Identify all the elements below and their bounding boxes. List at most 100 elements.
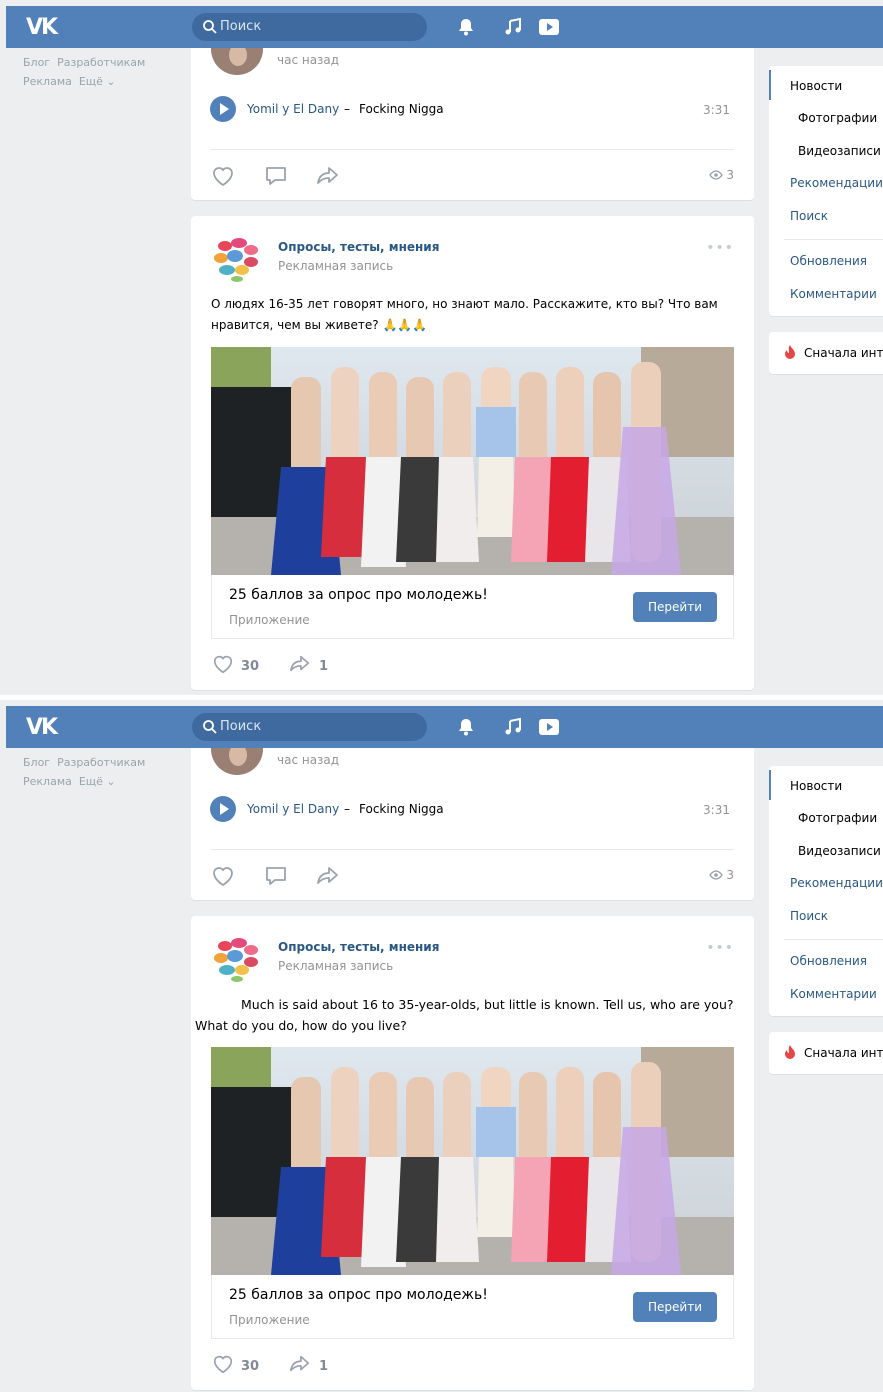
post-divider bbox=[211, 149, 734, 150]
share-button[interactable]: 1 bbox=[287, 1353, 328, 1375]
link-developers[interactable]: Разработчикам bbox=[57, 756, 145, 769]
card-title[interactable]: 25 баллов за опрос про молодежь! bbox=[229, 1287, 488, 1303]
link-more[interactable]: Ещё ⌄ bbox=[79, 775, 116, 788]
vk-logo[interactable]: VK bbox=[26, 15, 58, 40]
group-name[interactable]: Опросы, тесты, мнения bbox=[278, 940, 439, 954]
link-more[interactable]: Ещё ⌄ bbox=[79, 75, 116, 88]
more-options-icon[interactable]: ••• bbox=[706, 240, 734, 256]
share-count: 1 bbox=[319, 659, 329, 674]
go-button[interactable]: Перейти bbox=[633, 1292, 717, 1322]
active-indicator bbox=[769, 770, 771, 800]
post-time[interactable]: час назад bbox=[277, 753, 339, 767]
share-count: 1 bbox=[319, 1359, 329, 1374]
search-placeholder: Поиск bbox=[220, 719, 262, 734]
play-button[interactable] bbox=[210, 796, 236, 822]
menu-videos[interactable]: Видеозаписи bbox=[798, 844, 881, 858]
music-post: час назад Yomil y El Dany – Focking Nigg… bbox=[191, 748, 754, 900]
screenshot-translated: VK Поиск Блог Разработчикам Реклама Ещё ⌄ … bbox=[0, 700, 883, 1392]
link-blog[interactable]: Блог bbox=[23, 756, 50, 769]
menu-recommendations[interactable]: Рекомендации bbox=[790, 176, 883, 190]
post-divider bbox=[211, 849, 734, 850]
menu-updates[interactable]: Обновления bbox=[790, 254, 867, 268]
views-count: 3 bbox=[709, 168, 734, 182]
fire-icon bbox=[785, 345, 795, 359]
comment-icon[interactable] bbox=[263, 163, 289, 189]
like-icon[interactable] bbox=[210, 863, 236, 889]
views-value: 3 bbox=[726, 168, 734, 182]
menu-comments[interactable]: Комментарии bbox=[790, 987, 877, 1001]
link-developers[interactable]: Разработчикам bbox=[57, 56, 145, 69]
post-text-translated: Much is said about 16 to 35-year-olds, b… bbox=[195, 997, 734, 1033]
go-button[interactable]: Перейти bbox=[633, 592, 717, 622]
menu-photos[interactable]: Фотографии bbox=[798, 111, 877, 125]
play-button[interactable] bbox=[210, 96, 236, 122]
post-time[interactable]: час назад bbox=[277, 53, 339, 67]
menu-videos[interactable]: Видеозаписи bbox=[798, 144, 881, 158]
group-avatar[interactable] bbox=[211, 932, 263, 984]
comment-icon[interactable] bbox=[263, 863, 289, 889]
track-title: Focking Nigga bbox=[359, 102, 444, 116]
menu-search[interactable]: Поиск bbox=[790, 909, 828, 923]
sort-box[interactable]: Сначала интересные bbox=[769, 332, 883, 374]
like-icon bbox=[213, 655, 233, 674]
video-icon[interactable] bbox=[537, 17, 561, 37]
views-value: 3 bbox=[726, 868, 734, 882]
news-menu: Новости Фотографии Видеозаписи Рекоменда… bbox=[769, 66, 883, 316]
sort-label[interactable]: Сначала интересные bbox=[804, 346, 883, 360]
like-button[interactable]: 30 bbox=[211, 653, 259, 675]
bell-icon[interactable] bbox=[456, 717, 476, 737]
track-separator: – bbox=[344, 802, 350, 816]
track-duration: 3:31 bbox=[703, 803, 730, 817]
track-artist[interactable]: Yomil y El Dany bbox=[247, 802, 339, 816]
card-subtitle: Приложение bbox=[229, 1313, 310, 1327]
search-input[interactable]: Поиск bbox=[192, 13, 427, 41]
share-icon[interactable] bbox=[315, 163, 341, 189]
group-name[interactable]: Опросы, тесты, мнения bbox=[278, 240, 439, 254]
menu-photos[interactable]: Фотографии bbox=[798, 811, 877, 825]
menu-news[interactable]: Новости bbox=[790, 79, 842, 93]
bell-icon[interactable] bbox=[456, 17, 476, 37]
group-avatar[interactable] bbox=[211, 232, 263, 284]
video-icon[interactable] bbox=[537, 717, 561, 737]
music-icon[interactable] bbox=[503, 717, 523, 737]
search-input[interactable]: Поиск bbox=[192, 713, 427, 741]
ad-post: Опросы, тесты, мнения Рекламная запись •… bbox=[191, 216, 754, 690]
author-avatar[interactable] bbox=[211, 48, 263, 75]
music-icon[interactable] bbox=[503, 17, 523, 37]
share-icon[interactable] bbox=[315, 863, 341, 889]
sort-box[interactable]: Сначала интересные bbox=[769, 1032, 883, 1074]
menu-divider bbox=[784, 939, 883, 940]
vk-logo[interactable]: VK bbox=[26, 715, 58, 740]
like-button[interactable]: 30 bbox=[211, 1353, 259, 1375]
menu-recommendations[interactable]: Рекомендации bbox=[790, 876, 883, 890]
track-duration: 3:31 bbox=[703, 103, 730, 117]
ad-photo[interactable] bbox=[211, 1047, 734, 1275]
footer-links: Блог Разработчикам Реклама Ещё ⌄ bbox=[23, 53, 193, 91]
active-indicator bbox=[769, 70, 771, 100]
share-icon bbox=[290, 1355, 310, 1372]
top-header: VK Поиск bbox=[6, 6, 883, 48]
track-artist[interactable]: Yomil y El Dany bbox=[247, 102, 339, 116]
more-options-icon[interactable]: ••• bbox=[706, 940, 734, 956]
ad-photo[interactable] bbox=[211, 347, 734, 575]
app-card[interactable]: 25 баллов за опрос про молодежь! Приложе… bbox=[211, 575, 734, 639]
author-avatar[interactable] bbox=[211, 748, 263, 775]
ad-post: Опросы, тесты, мнения Рекламная запись •… bbox=[191, 916, 754, 1390]
card-title[interactable]: 25 баллов за опрос про молодежь! bbox=[229, 587, 488, 603]
sort-label[interactable]: Сначала интересные bbox=[804, 1046, 883, 1060]
like-count: 30 bbox=[241, 659, 260, 674]
link-ads[interactable]: Реклама bbox=[23, 75, 72, 88]
link-blog[interactable]: Блог bbox=[23, 56, 50, 69]
search-placeholder: Поиск bbox=[220, 19, 262, 34]
like-icon[interactable] bbox=[210, 163, 236, 189]
share-button[interactable]: 1 bbox=[287, 653, 328, 675]
screenshot-original: VK Поиск Блог Разработчикам Реклама Ещё ⌄ … bbox=[0, 0, 883, 695]
news-menu: Новости Фотографии Видеозаписи Рекоменда… bbox=[769, 766, 883, 1016]
menu-comments[interactable]: Комментарии bbox=[790, 287, 877, 301]
menu-news[interactable]: Новости bbox=[790, 779, 842, 793]
link-ads[interactable]: Реклама bbox=[23, 775, 72, 788]
top-header: VK Поиск bbox=[6, 706, 883, 748]
app-card[interactable]: 25 баллов за опрос про молодежь! Приложе… bbox=[211, 1275, 734, 1339]
menu-search[interactable]: Поиск bbox=[790, 209, 828, 223]
menu-updates[interactable]: Обновления bbox=[790, 954, 867, 968]
